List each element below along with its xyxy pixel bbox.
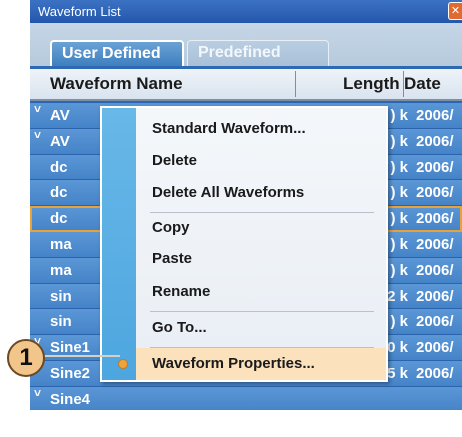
- column-header-length[interactable]: Length: [343, 69, 400, 99]
- row-name: Sine2: [50, 364, 91, 382]
- row-date: 2006/: [416, 107, 454, 124]
- row-date: 2006/: [416, 184, 454, 202]
- row-date: 2006/: [416, 313, 454, 331]
- row-name: dc: [50, 210, 68, 228]
- menu-item-delete-all-waveforms[interactable]: Delete All Waveforms: [152, 184, 304, 201]
- row-name: sin: [50, 313, 72, 331]
- row-name: ma: [50, 261, 72, 279]
- menu-item-standard-waveform[interactable]: Standard Waveform...: [152, 120, 306, 137]
- row-name: dc: [50, 184, 68, 202]
- table-header: Waveform Name Length Date: [30, 69, 462, 101]
- callout-line: [40, 355, 120, 357]
- chevron-down-icon: ˅: [34, 127, 42, 142]
- table-row[interactable]: ˅ Sine4: [30, 385, 462, 410]
- row-name: AV: [50, 132, 70, 150]
- row-name: sin: [50, 287, 72, 305]
- tab-predefined[interactable]: Predefined: [187, 40, 329, 66]
- context-menu: Standard Waveform... Delete Delete All W…: [100, 106, 388, 382]
- row-date: 2006/: [416, 132, 454, 150]
- row-name: dc: [50, 158, 68, 176]
- row-date: 2006/: [416, 235, 454, 253]
- chevron-down-icon: ˅: [34, 385, 42, 400]
- menu-item-copy[interactable]: Copy: [152, 219, 190, 236]
- menu-separator: [150, 347, 374, 348]
- row-name: Sine4: [50, 390, 91, 408]
- row-date: 2006/: [416, 287, 454, 305]
- menu-item-delete[interactable]: Delete: [152, 152, 197, 169]
- window-titlebar: Waveform List ✕: [30, 0, 462, 23]
- row-name: AV: [50, 107, 70, 124]
- tab-user-defined[interactable]: User Defined: [50, 40, 184, 66]
- window-title: Waveform List: [38, 4, 121, 19]
- step-callout: 1: [7, 339, 45, 377]
- row-name: ma: [50, 235, 72, 253]
- close-icon[interactable]: ✕: [448, 2, 462, 20]
- bullet-icon: [118, 359, 128, 369]
- menu-item-rename[interactable]: Rename: [152, 283, 210, 300]
- tab-strip: User Defined Predefined: [30, 23, 462, 68]
- row-date: 2006/: [416, 339, 454, 357]
- menu-separator: [150, 311, 374, 312]
- chevron-down-icon: ˅: [34, 102, 42, 116]
- column-header-name[interactable]: Waveform Name: [50, 69, 183, 99]
- menu-item-go-to[interactable]: Go To...: [152, 319, 207, 336]
- column-divider: [295, 71, 296, 97]
- column-header-date[interactable]: Date: [404, 69, 441, 99]
- menu-separator: [150, 212, 374, 213]
- row-date: 2006/: [416, 261, 454, 279]
- row-date: 2006/: [416, 158, 454, 176]
- menu-item-waveform-properties[interactable]: Waveform Properties...: [152, 355, 315, 372]
- row-date: 2006/: [416, 210, 454, 228]
- menu-icon-strip: [102, 108, 136, 380]
- menu-item-paste[interactable]: Paste: [152, 250, 192, 267]
- row-date: 2006/: [416, 364, 454, 382]
